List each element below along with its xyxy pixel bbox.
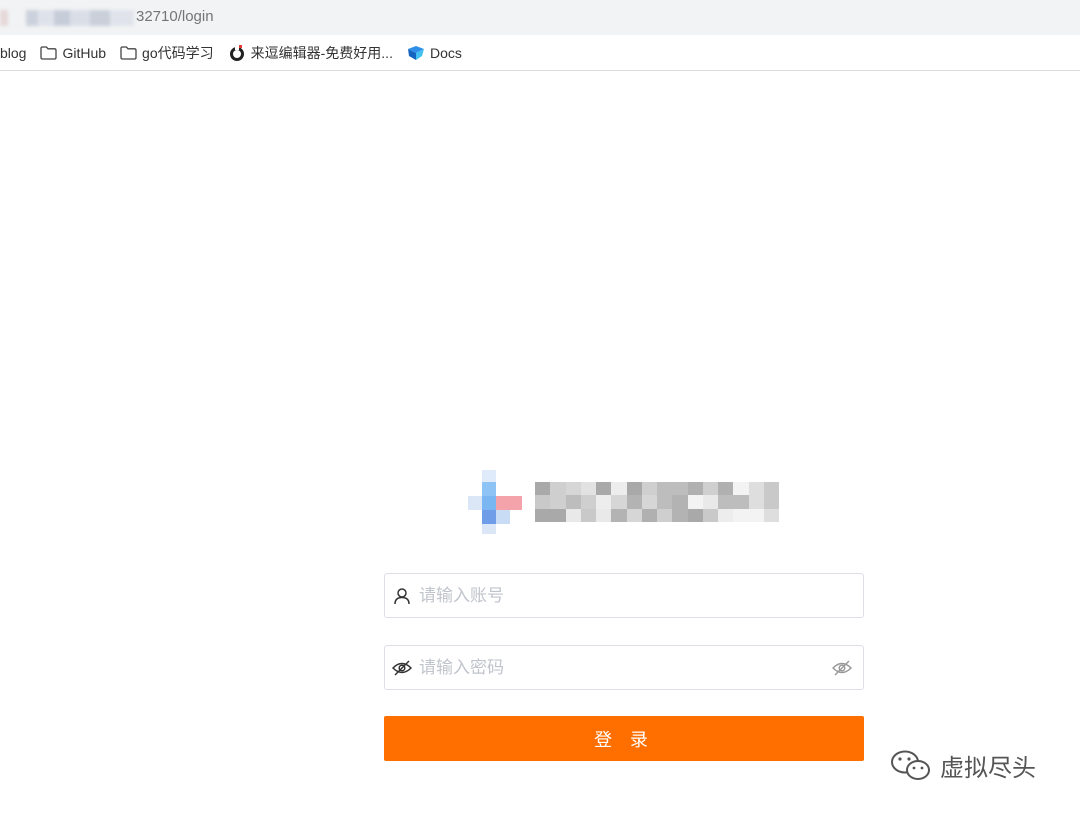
watermark: 虚拟尽头	[890, 748, 1036, 783]
eye-slash-icon	[385, 659, 419, 676]
bookmarks-bar: blog GitHub go代码学习 来逗编辑器-免费好用... Docs	[0, 35, 1080, 71]
app-logo	[468, 470, 524, 534]
username-input[interactable]	[419, 574, 863, 617]
folder-icon	[120, 45, 137, 60]
editor-logo-icon	[228, 43, 246, 62]
user-icon	[385, 587, 419, 605]
address-bar[interactable]: 32710/login	[0, 0, 1080, 35]
url-text: 32710/login	[136, 8, 214, 25]
bookmark-label: blog	[0, 44, 27, 61]
watermark-text: 虚拟尽头	[940, 754, 1036, 782]
bookmark-go-learning[interactable]: go代码学习	[120, 41, 214, 65]
docs-logo-icon	[407, 45, 425, 61]
bookmark-label: go代码学习	[142, 44, 214, 61]
password-field[interactable]	[384, 645, 864, 690]
toggle-password-visibility-icon[interactable]	[821, 660, 863, 676]
bookmark-label: GitHub	[62, 44, 107, 61]
wechat-icon	[890, 749, 932, 783]
username-field[interactable]	[384, 573, 864, 618]
login-button[interactable]: 登 录	[384, 716, 864, 761]
bookmark-docs[interactable]: Docs	[407, 41, 462, 65]
password-input[interactable]	[419, 646, 821, 689]
bookmark-github[interactable]: GitHub	[40, 41, 106, 65]
folder-icon	[40, 45, 58, 60]
app-title-redacted	[535, 482, 779, 522]
bookmark-editor[interactable]: 来逗编辑器-免费好用...	[228, 41, 393, 65]
bookmark-blog[interactable]: blog	[0, 41, 26, 65]
bookmark-label: 来逗编辑器-免费好用...	[250, 44, 393, 61]
url-redacted	[0, 10, 134, 26]
bookmark-label: Docs	[429, 44, 462, 61]
